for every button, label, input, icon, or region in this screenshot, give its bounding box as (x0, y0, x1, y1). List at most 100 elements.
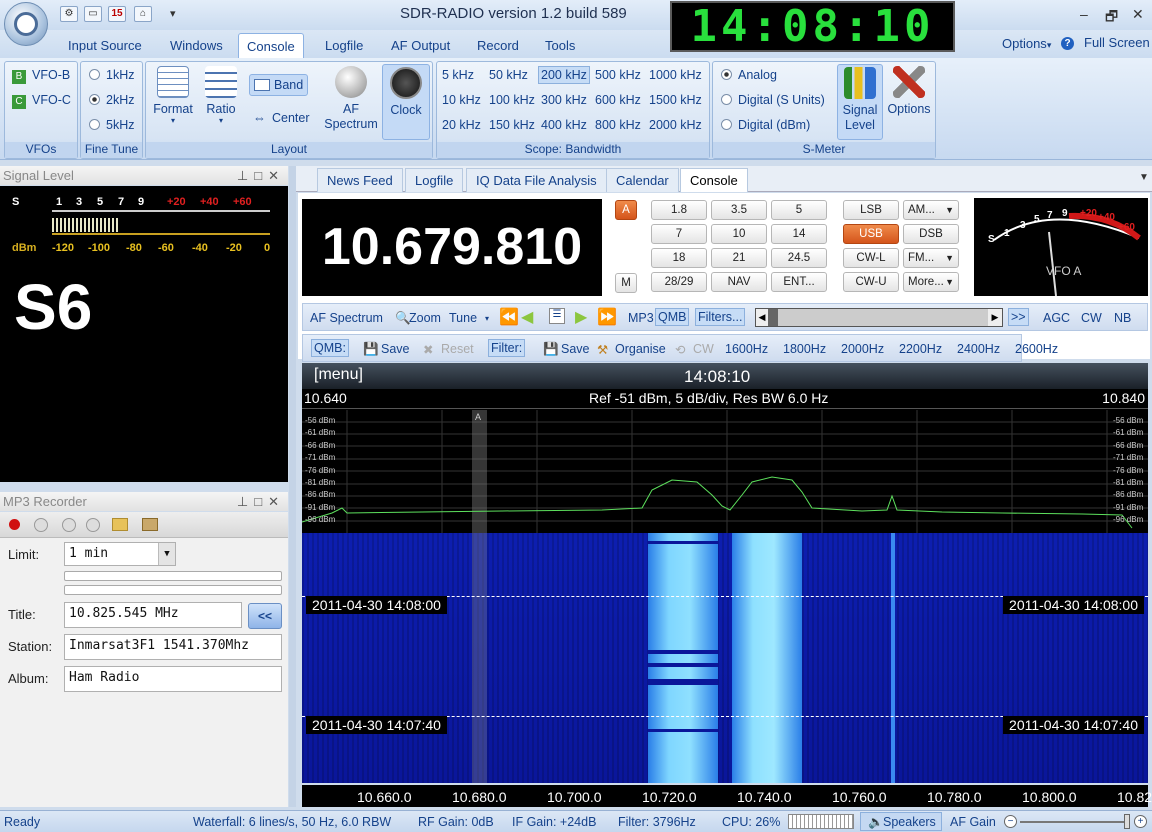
af-gain-slider[interactable] (1020, 821, 1126, 823)
help-icon[interactable]: ? (1061, 37, 1074, 50)
band-button[interactable]: 10 (711, 224, 767, 244)
maximize-button[interactable]: 🗗 (1105, 6, 1118, 30)
band-button[interactable]: 7 (651, 224, 707, 244)
memory-button[interactable]: M (615, 273, 637, 293)
organise-button[interactable]: Organise (615, 342, 666, 356)
spectrum-menu-button[interactable]: [menu] (314, 366, 363, 384)
bandwidth-5khz[interactable]: 5 kHz (442, 68, 474, 82)
ratio-button[interactable]: Ratio ▾ (200, 66, 242, 125)
tab-console[interactable]: Console (238, 33, 304, 58)
tab-tools[interactable]: Tools (537, 33, 583, 58)
band-button[interactable]: 21 (711, 248, 767, 268)
marker-a[interactable]: A (475, 412, 481, 422)
list-icon[interactable]: ☰ (549, 308, 565, 324)
tab-logfile-doc[interactable]: Logfile (405, 168, 464, 192)
tab-windows[interactable]: Windows (162, 33, 231, 58)
smeter-digital-s[interactable]: Digital (S Units) (721, 93, 825, 107)
tabs-dropdown-icon[interactable]: ▼ (1139, 172, 1149, 183)
band-button[interactable]: 28/29 (651, 272, 707, 292)
filters-button[interactable]: Filters... (695, 308, 746, 326)
filter-preset-button[interactable]: 2200Hz (899, 342, 942, 356)
mode-button[interactable]: CW-L (843, 248, 899, 268)
scroll-thumb[interactable] (768, 309, 778, 326)
window-icon[interactable]: ▭ (84, 6, 102, 22)
filter-preset-button[interactable]: 1600Hz (725, 342, 768, 356)
quick-access-dropdown-icon[interactable]: ▾ (170, 7, 176, 20)
stop-icon[interactable] (34, 518, 48, 532)
bandwidth-500khz[interactable]: 500 kHz (595, 68, 641, 82)
pause-icon[interactable] (86, 518, 100, 532)
tab-af-output[interactable]: AF Output (383, 33, 458, 58)
mode-button[interactable]: DSB (903, 224, 959, 244)
smeter-analog[interactable]: Analog (721, 68, 777, 82)
scroll-left-icon[interactable]: ◀ (756, 309, 768, 326)
mode-button[interactable]: LSB (843, 200, 899, 220)
tab-iq-analysis[interactable]: IQ Data File Analysis (466, 168, 607, 192)
title-field[interactable]: 10.825.545 MHz (64, 602, 242, 628)
options-menu[interactable]: Options▾ (1002, 36, 1051, 51)
band-button[interactable]: 1.8 (651, 200, 707, 220)
clock-button[interactable]: Clock (382, 64, 430, 140)
bandwidth-300khz[interactable]: 300 kHz (541, 93, 587, 107)
frequency-display[interactable]: 10.679.810 (302, 199, 602, 296)
bandwidth-10khz[interactable]: 10 kHz (442, 93, 481, 107)
gear-icon[interactable]: ⚙ (60, 6, 78, 22)
copy-title-button[interactable]: << (248, 603, 282, 629)
fast-forward-icon[interactable]: ⏩ (597, 307, 617, 327)
tab-record[interactable]: Record (469, 33, 527, 58)
rewind-icon[interactable]: ⏪ (499, 307, 519, 327)
band-button[interactable]: 14 (771, 224, 827, 244)
vfo-a-button[interactable]: A (615, 200, 637, 220)
settings-icon[interactable] (142, 518, 158, 531)
bandwidth-2000khz[interactable]: 2000 kHz (649, 118, 702, 132)
mode-button[interactable]: AM... ▼ (903, 200, 959, 220)
vfo-c-button[interactable]: C VFO-C (12, 93, 71, 109)
more-tools-button[interactable]: >> (1008, 308, 1029, 326)
band-button[interactable]: 3.5 (711, 200, 767, 220)
tab-input-source[interactable]: Input Source (60, 33, 150, 58)
af-spectrum-button[interactable]: AF Spectrum (322, 66, 380, 132)
bandwidth-20khz[interactable]: 20 kHz (442, 118, 481, 132)
bandwidth-1000khz[interactable]: 1000 kHz (649, 68, 702, 82)
tab-news-feed[interactable]: News Feed (317, 168, 403, 192)
waterfall[interactable]: 2011-04-30 14:08:00 2011-04-30 14:08:00 … (302, 533, 1148, 783)
station-field[interactable]: Inmarsat3F1 1541.370Mhz (64, 634, 282, 660)
scroll-right-icon[interactable]: ▶ (988, 309, 1002, 326)
minimize-button[interactable]: ‒ (1080, 6, 1088, 22)
splitter[interactable] (289, 166, 296, 807)
chevron-down-icon[interactable]: ▼ (158, 543, 175, 565)
forward-icon[interactable]: ▶ (575, 307, 587, 327)
signal-level-button[interactable]: Signal Level (837, 64, 883, 140)
limit-select[interactable]: 1 min ▼ (64, 542, 176, 566)
bandwidth-400khz[interactable]: 400 kHz (541, 118, 587, 132)
filter-preset-button[interactable]: 2400Hz (957, 342, 1000, 356)
bandwidth-800khz[interactable]: 800 kHz (595, 118, 641, 132)
bandwidth-150khz[interactable]: 150 kHz (489, 118, 535, 132)
smeter-options-button[interactable]: Options (885, 66, 933, 116)
fine-tune-5khz[interactable]: 5kHz (89, 118, 134, 132)
band-button[interactable]: NAV (711, 272, 767, 292)
app-menu-button[interactable] (4, 2, 48, 46)
back-icon[interactable]: ◀ (521, 307, 533, 327)
close-button[interactable]: ✕ (1132, 6, 1144, 23)
tab-logfile[interactable]: Logfile (317, 33, 371, 58)
qmb-save-button[interactable]: Save (381, 342, 410, 356)
qmb-button[interactable]: QMB (655, 308, 690, 326)
fine-tune-2khz[interactable]: 2kHz (89, 93, 134, 107)
fine-tune-1khz[interactable]: 1kHz (89, 68, 134, 82)
bandwidth-50khz[interactable]: 50 kHz (489, 68, 528, 82)
mode-button[interactable]: More... ▼ (903, 272, 959, 292)
tune-button[interactable]: Tune (449, 311, 477, 325)
slider-thumb[interactable] (1124, 814, 1130, 829)
mode-button[interactable]: CW-U (843, 272, 899, 292)
gain-minus-icon[interactable]: − (1004, 815, 1017, 828)
mode-button[interactable]: USB (843, 224, 899, 244)
zoom-button[interactable]: Zoom (409, 311, 441, 325)
record-icon[interactable] (9, 519, 20, 530)
smeter-digital-dbm[interactable]: Digital (dBm) (721, 118, 810, 132)
gain-plus-icon[interactable]: + (1134, 815, 1147, 828)
tuning-scrollbar[interactable]: ◀ ▶ (755, 308, 1003, 327)
nb-button[interactable]: NB (1114, 311, 1131, 325)
cw-button[interactable]: CW (1081, 311, 1102, 325)
vfo-b-button[interactable]: B VFO-B (12, 68, 70, 84)
